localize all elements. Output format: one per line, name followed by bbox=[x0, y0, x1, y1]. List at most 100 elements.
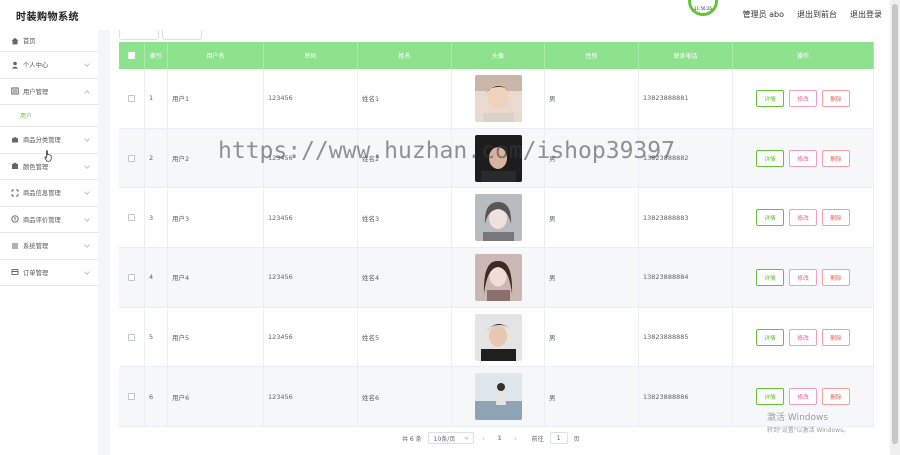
cell-index: 2 bbox=[145, 128, 168, 188]
watermark-text: https://www.huzhan.com/ishop39397 bbox=[218, 138, 675, 164]
row-select-cell[interactable] bbox=[119, 128, 145, 188]
chevron-down-icon bbox=[84, 61, 90, 67]
table-header: 索引 用户名 密码 姓名 头像 性别 联系电话 操作 bbox=[119, 42, 874, 69]
cell-name: 姓名5 bbox=[358, 307, 452, 367]
row-select-cell[interactable] bbox=[119, 188, 145, 248]
main-content: 索引 用户名 密码 姓名 头像 性别 联系电话 操作 1 用户1 123456 … bbox=[110, 30, 890, 455]
edit-button[interactable]: 修改 bbox=[789, 89, 817, 107]
row-checkbox[interactable] bbox=[128, 94, 135, 102]
delete-button[interactable]: 删除 bbox=[822, 388, 850, 406]
sidebar-item-goods[interactable]: 商品信息管理 bbox=[0, 180, 98, 207]
row-select-cell[interactable] bbox=[119, 248, 145, 307]
edit-button[interactable]: 修改 bbox=[789, 149, 817, 167]
detail-button[interactable]: 详情 bbox=[756, 268, 784, 286]
row-checkbox[interactable] bbox=[128, 154, 135, 162]
page-number-current[interactable]: 1 bbox=[494, 435, 506, 442]
edit-button[interactable]: 修改 bbox=[789, 209, 817, 227]
chevron-up-icon bbox=[84, 89, 90, 96]
select-all-cell[interactable] bbox=[119, 42, 145, 69]
page-size-select[interactable]: 10条/页 bbox=[427, 432, 474, 444]
edit-button[interactable]: 修改 bbox=[789, 388, 817, 406]
row-checkbox[interactable] bbox=[128, 214, 135, 222]
activation-subtitle: 转到"设置"以激活 Windows。 bbox=[767, 427, 850, 434]
top-links: 管理员 abo 退出到前台 退出登录 bbox=[743, 9, 882, 20]
hand-cursor-icon bbox=[44, 150, 52, 162]
sidebar-item-users[interactable]: 用户管理 bbox=[0, 79, 98, 105]
page-size-value: 10条/页 bbox=[433, 435, 456, 443]
select-all-checkbox[interactable] bbox=[128, 52, 135, 59]
avatar-photo bbox=[474, 253, 522, 301]
header-index: 索引 bbox=[145, 42, 168, 69]
detail-button[interactable]: 详情 bbox=[756, 328, 784, 346]
sidebar: 首页 个人中心 用户管理 用户 商品分类管理 颜色管理 商品信息管理 商品评价管… bbox=[0, 30, 98, 455]
user-icon bbox=[11, 61, 19, 69]
detail-button[interactable]: 详情 bbox=[756, 149, 784, 167]
pagination: 共 6 条 10条/页 ‹ 1 › 前往 页 bbox=[402, 432, 580, 444]
sidebar-item-label: 用户管理 bbox=[23, 88, 49, 96]
goto-page-input[interactable] bbox=[549, 432, 568, 444]
cell-password: 123456 bbox=[264, 367, 358, 427]
header-password: 密码 bbox=[264, 42, 358, 69]
delete-button[interactable]: 删除 bbox=[822, 268, 850, 286]
edit-button[interactable]: 修改 bbox=[789, 268, 817, 286]
cell-phone: 13823888885 bbox=[639, 307, 733, 367]
cell-password: 123456 bbox=[264, 307, 358, 367]
delete-button[interactable]: 删除 bbox=[822, 209, 850, 227]
sidebar-item-review[interactable]: 商品评价管理 bbox=[0, 207, 98, 233]
sidebar-item-label: 颜色管理 bbox=[23, 163, 49, 171]
chevron-down-icon bbox=[84, 189, 90, 195]
cell-password: 123456 bbox=[264, 248, 358, 307]
cell-actions: 详情 修改 删除 bbox=[733, 128, 874, 188]
chevron-down-icon bbox=[84, 268, 90, 275]
top-bar: 时装购物系统 11:56:26 管理员 abo 退出到前台 退出登录 bbox=[0, 0, 900, 30]
detail-button[interactable]: 详情 bbox=[756, 209, 784, 227]
chevron-down-icon bbox=[84, 242, 90, 248]
back-home-link[interactable]: 退出到前台 bbox=[797, 9, 837, 20]
toolbar-button[interactable] bbox=[162, 30, 202, 40]
cell-avatar bbox=[452, 367, 545, 427]
row-select-cell[interactable] bbox=[119, 307, 145, 367]
cell-phone: 13823888881 bbox=[639, 69, 733, 128]
delete-button[interactable]: 删除 bbox=[822, 328, 850, 346]
chevron-down-icon bbox=[84, 215, 90, 222]
cell-avatar bbox=[452, 188, 545, 248]
row-checkbox[interactable] bbox=[128, 333, 135, 341]
sidebar-item-label: 个人中心 bbox=[23, 62, 49, 70]
row-select-cell[interactable] bbox=[119, 367, 145, 427]
cell-avatar bbox=[452, 69, 545, 128]
table-row: 5 用户5 123456 姓名5 男 13823888885 详情 修改 删除 bbox=[119, 307, 874, 368]
prev-page-button[interactable]: ‹ bbox=[480, 434, 488, 443]
edit-button[interactable]: 修改 bbox=[789, 328, 817, 346]
cell-actions: 详情 修改 删除 bbox=[733, 188, 874, 248]
cell-username: 用户4 bbox=[168, 248, 264, 307]
sidebar-subitem-users[interactable]: 用户 bbox=[0, 105, 98, 127]
page-scrollbar[interactable] bbox=[890, 0, 900, 455]
sidebar-item-profile[interactable]: 个人中心 bbox=[0, 52, 98, 79]
sidebar-item-system[interactable]: 系统管理 bbox=[0, 233, 98, 260]
delete-button[interactable]: 删除 bbox=[822, 89, 850, 107]
cell-password: 123456 bbox=[264, 69, 358, 128]
toolbar-button[interactable] bbox=[119, 30, 159, 40]
cell-name: 姓名4 bbox=[358, 248, 452, 307]
clock-text: 11:56:26 bbox=[694, 6, 712, 11]
table-row: 3 用户3 123456 姓名3 男 13823888883 详情 修改 删除 bbox=[119, 188, 874, 249]
sidebar-item-order[interactable]: 订单管理 bbox=[0, 260, 98, 286]
detail-button[interactable]: 详情 bbox=[756, 89, 784, 107]
cell-name: 姓名1 bbox=[358, 69, 452, 128]
row-select-cell[interactable] bbox=[119, 69, 145, 128]
sidebar-item-label: 订单管理 bbox=[23, 269, 49, 277]
header-avatar: 头像 bbox=[452, 42, 545, 69]
delete-button[interactable]: 删除 bbox=[822, 149, 850, 167]
row-checkbox[interactable] bbox=[128, 393, 135, 401]
cell-index: 6 bbox=[145, 367, 168, 427]
scrollbar-thumb[interactable] bbox=[892, 4, 898, 444]
sidebar-item-home[interactable]: 首页 bbox=[0, 30, 98, 52]
detail-button[interactable]: 详情 bbox=[756, 388, 784, 406]
row-checkbox[interactable] bbox=[128, 273, 135, 281]
header-phone: 联系电话 bbox=[639, 42, 733, 69]
sidebar-item-label: 商品分类管理 bbox=[23, 137, 61, 145]
next-page-button[interactable]: › bbox=[512, 434, 520, 443]
cell-index: 5 bbox=[145, 307, 168, 367]
logout-link[interactable]: 退出登录 bbox=[850, 9, 882, 20]
home-icon bbox=[11, 37, 19, 45]
